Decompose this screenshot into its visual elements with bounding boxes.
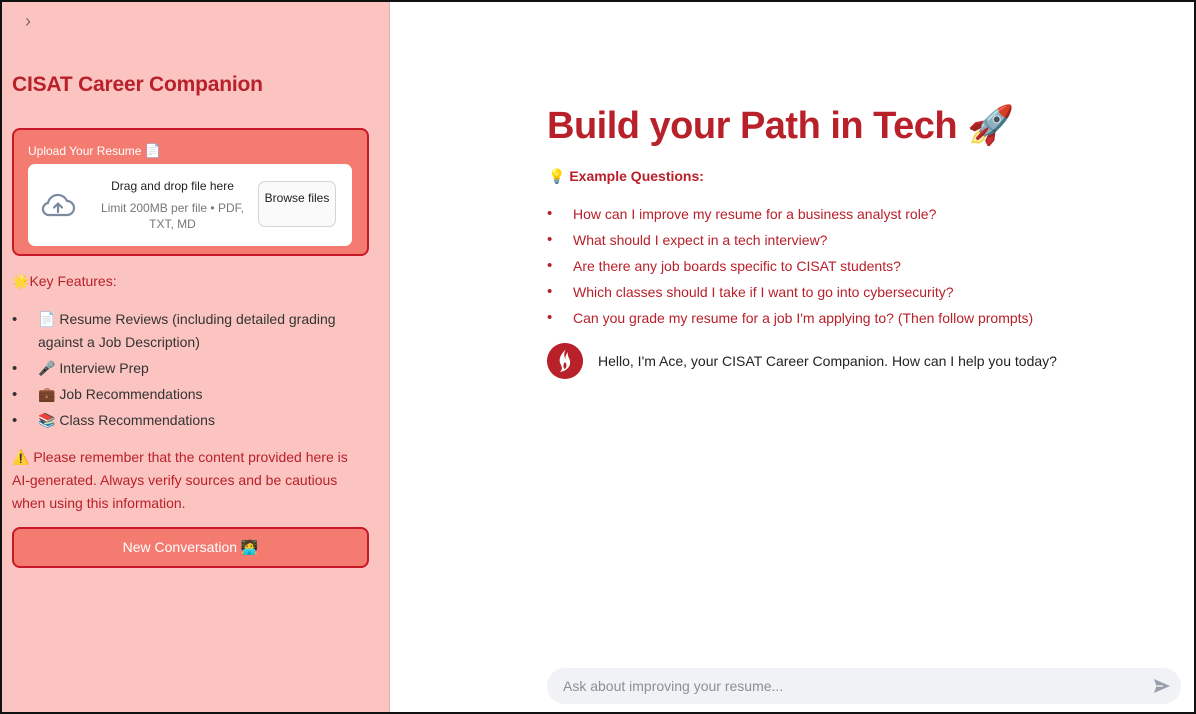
microphone-icon: 🎤 [38,360,56,376]
flame-avatar-icon [547,343,583,379]
key-features-heading: 🌟Key Features: [12,273,117,290]
upload-label-text: Upload Your Resume [28,144,142,158]
feature-label: Class Recommendations [59,412,215,428]
document-icon: 📄 [38,311,56,327]
page-title-text: Build your Path in Tech [547,105,958,147]
file-dropzone[interactable]: Drag and drop file here Limit 200MB per … [28,164,352,246]
chevron-right-icon[interactable]: › [18,10,38,32]
feature-list: 📄 Resume Reviews (including detailed gra… [12,308,362,435]
send-icon[interactable] [1153,677,1171,695]
technologist-icon: 🧑‍💻 [240,539,259,555]
main-content: Build your Path in Tech 🚀 💡 Example Ques… [391,0,1196,714]
key-features-label: Key Features: [29,273,117,289]
books-icon: 📚 [38,412,56,428]
feature-label: Resume Reviews (including detailed gradi… [38,311,336,350]
feature-item-interview-prep: 🎤 Interview Prep [12,357,362,380]
briefcase-icon: 💼 [38,386,56,402]
feature-item-job-recommendations: 💼 Job Recommendations [12,383,362,406]
example-question[interactable]: How can I improve my resume for a busine… [547,203,1167,229]
upload-label: Upload Your Resume 📄 [28,143,161,159]
chat-input[interactable] [547,668,1137,704]
example-questions-list: How can I improve my resume for a busine… [547,203,1167,333]
ai-disclaimer: ⚠️ Please remember that the content prov… [12,446,362,515]
feature-item-resume-reviews: 📄 Resume Reviews (including detailed gra… [12,308,362,354]
resume-uploader: Upload Your Resume 📄 Drag and drop file … [12,128,369,256]
dropzone-limit-text: Limit 200MB per file • PDF, TXT, MD [101,201,244,231]
example-question[interactable]: What should I expect in a tech interview… [547,229,1167,255]
sidebar-title: CISAT Career Companion [12,73,263,96]
document-icon: 📄 [144,143,161,158]
feature-label: Interview Prep [59,360,149,376]
disclaimer-text: Please remember that the content provide… [12,449,348,511]
new-conversation-label: New Conversation [122,539,238,555]
new-conversation-button[interactable]: New Conversation 🧑‍💻 [12,527,369,568]
browse-files-button[interactable]: Browse files [258,181,336,227]
cloud-upload-icon [41,193,76,217]
chat-input-bar [547,668,1181,704]
example-question[interactable]: Are there any job boards specific to CIS… [547,255,1167,281]
assistant-message-text: Hello, I'm Ace, your CISAT Career Compan… [598,353,1057,369]
example-questions-label: Example Questions: [569,168,704,184]
page-title: Build your Path in Tech 🚀 [547,104,1014,148]
example-questions-heading: 💡 Example Questions: [548,168,704,185]
example-question[interactable]: Can you grade my resume for a job I'm ap… [547,307,1167,333]
example-question[interactable]: Which classes should I take if I want to… [547,281,1167,307]
warning-icon: ⚠️ [12,449,30,465]
star-icon: 🌟 [12,273,30,289]
lightbulb-icon: 💡 [548,168,566,184]
assistant-message: Hello, I'm Ace, your CISAT Career Compan… [547,343,1167,381]
dropzone-instructions: Drag and drop file here [111,179,234,193]
feature-label: Job Recommendations [59,386,203,402]
rocket-icon: 🚀 [967,105,1014,147]
feature-item-class-recommendations: 📚 Class Recommendations [12,409,362,432]
sidebar: › CISAT Career Companion Upload Your Res… [0,0,390,714]
